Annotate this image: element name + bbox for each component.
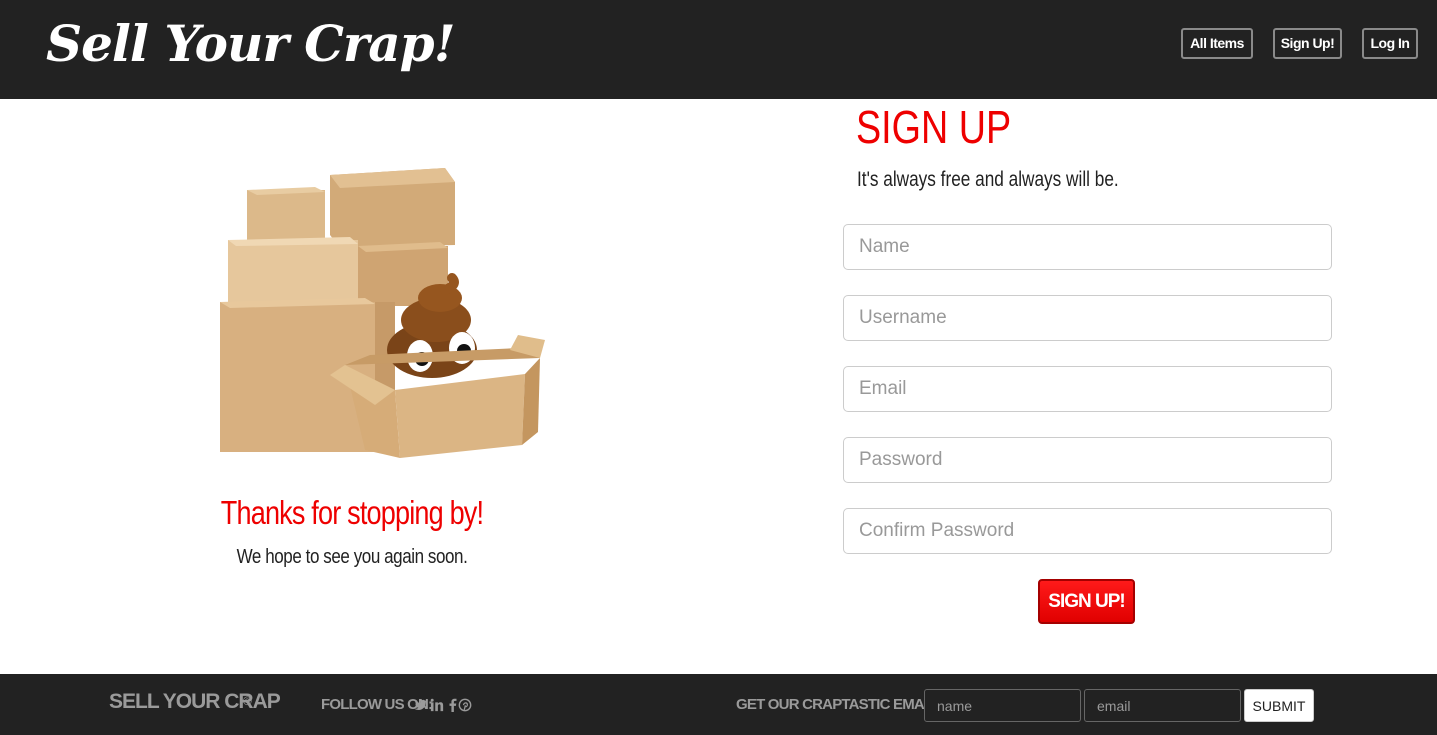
pinterest-icon[interactable] (458, 698, 472, 712)
signup-subtitle: It's always free and always will be. (857, 168, 1119, 191)
sign-up-nav-button[interactable]: Sign Up! (1273, 28, 1342, 59)
copyright-symbol: © (243, 694, 252, 708)
signup-heading: SIGN UP (856, 101, 1012, 153)
thanks-heading: Thanks for stopping by! (220, 494, 484, 531)
all-items-button[interactable]: All Items (1181, 28, 1253, 59)
twitter-icon[interactable] (414, 698, 428, 712)
top-navbar: Sell Your Crap! All Items Sign Up! Log I… (0, 0, 1437, 99)
confirm-password-field[interactable] (843, 508, 1332, 554)
name-field[interactable] (843, 224, 1332, 270)
sign-up-submit-button[interactable]: SIGN UP! (1038, 579, 1135, 624)
boxes-illustration (220, 168, 545, 458)
newsletter-email-input[interactable] (1084, 689, 1241, 722)
username-field[interactable] (843, 295, 1332, 341)
email-field[interactable] (843, 366, 1332, 412)
log-in-button[interactable]: Log In (1362, 28, 1418, 59)
thanks-subtitle: We hope to see you again soon. (236, 546, 468, 568)
password-field[interactable] (843, 437, 1332, 483)
newsletter-submit-button[interactable]: SUBMIT (1244, 689, 1314, 722)
site-logo[interactable]: Sell Your Crap! (46, 14, 456, 73)
newsletter-name-input[interactable] (924, 689, 1081, 722)
footer-brand: SELL YOUR CRAP (109, 690, 281, 713)
newsletter-label: GET OUR CRAPTASTIC EMAILS! (736, 696, 950, 713)
linkedin-icon[interactable] (430, 698, 444, 712)
